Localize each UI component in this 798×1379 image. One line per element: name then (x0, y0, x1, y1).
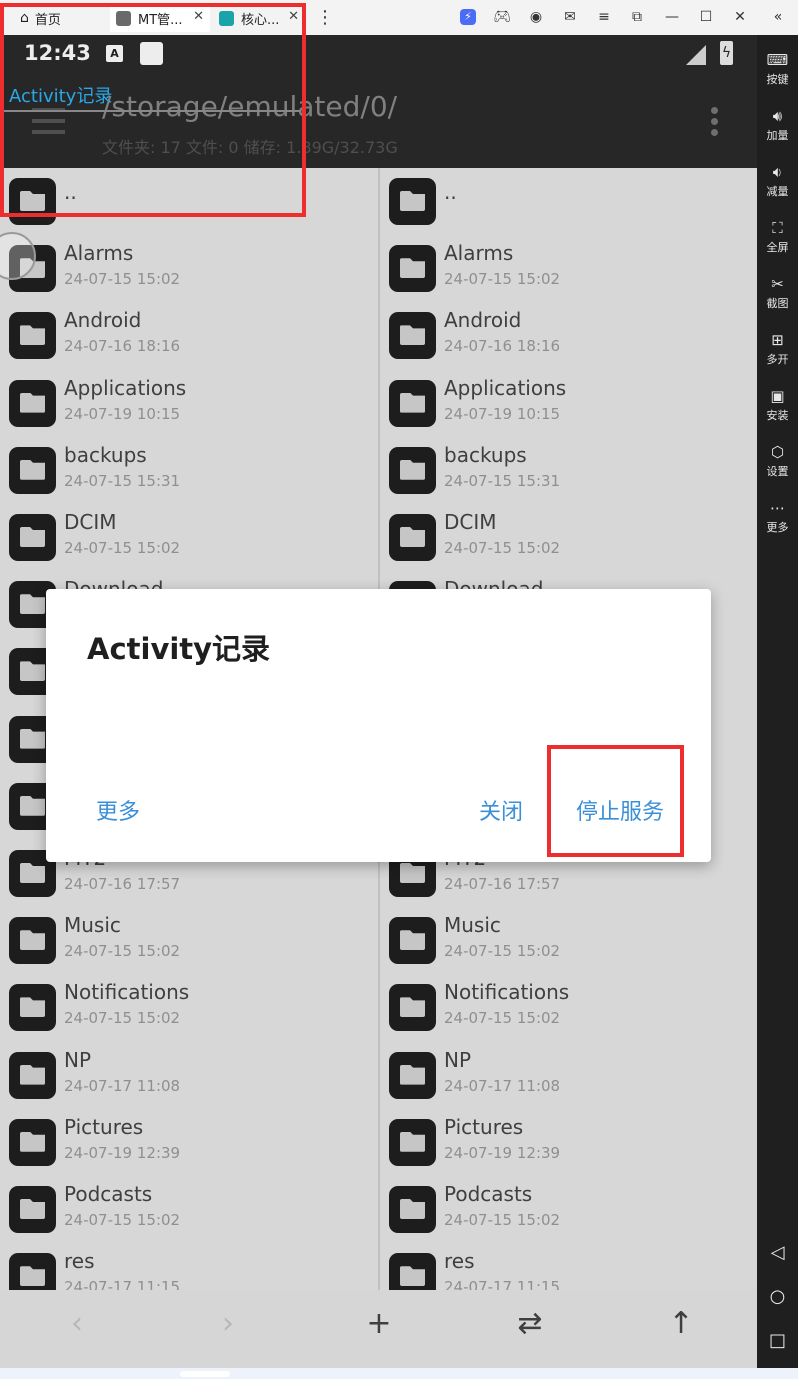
sidebar-button-apk-install[interactable]: ▣ 安装 (757, 381, 798, 431)
close-button[interactable]: 关闭 (479, 794, 523, 826)
fullscreen-icon: ⛶ (772, 219, 783, 237)
android-home-icon[interactable]: ○ (757, 1286, 798, 1307)
sidebar-button-volume-down[interactable]: 🔉︎ 减量 (757, 157, 798, 207)
more-button[interactable]: 更多 (96, 794, 140, 826)
multi-open-icon: ⊞ (771, 331, 784, 349)
tab-menu-icon[interactable]: ⋮ (313, 5, 337, 29)
mail-icon[interactable]: ✉ (558, 5, 582, 29)
sidebar-label: 设置 (766, 465, 789, 478)
sidebar-label: 安装 (766, 409, 789, 422)
boost-icon[interactable]: ⚡ (456, 5, 480, 29)
sidebar-label: 按键 (766, 73, 789, 86)
settings-icon: ⬡ (770, 443, 785, 461)
sidebar-label: 多开 (766, 353, 789, 366)
sidebar-button-multi-open[interactable]: ⊞ 多开 (757, 325, 798, 375)
sidebar-label: 加量 (766, 129, 789, 142)
highlight-box-overlay (0, 3, 306, 217)
sidebar-button-keyboard[interactable]: ⌨ 按键 (757, 45, 798, 95)
highlight-box-stop-button (547, 745, 684, 857)
sidebar-button-volume-up[interactable]: 🔊︎ 加量 (757, 101, 798, 151)
android-back-icon[interactable]: ◁ (757, 1242, 798, 1263)
sidebar-label: 减量 (766, 185, 789, 198)
volume-up-icon: 🔊︎ (772, 107, 783, 125)
keyboard-icon: ⌨ (766, 51, 789, 69)
close-window-icon[interactable]: ✕ (728, 5, 752, 29)
sidebar-label: 全屏 (766, 241, 789, 254)
maximize-icon[interactable]: ☐ (694, 5, 718, 29)
minimize-icon[interactable]: — (660, 5, 684, 29)
android-screen: 12:43 A ϟ /storage/emulated/0/ 文件夹: 17 文… (0, 35, 757, 1368)
sidebar-button-more[interactable]: ⋯ 更多 (757, 493, 798, 543)
volume-down-icon: 🔉︎ (772, 163, 783, 181)
more-icon: ⋯ (770, 499, 785, 517)
sidebar-button-settings[interactable]: ⬡ 设置 (757, 437, 798, 487)
account-icon[interactable]: ◉ (524, 5, 548, 29)
dialog-title: Activity记录 (87, 632, 271, 666)
sidebar-label: 截图 (766, 297, 789, 310)
hamburger-menu-icon[interactable]: ≡ (592, 5, 616, 29)
scissors-icon: ✂ (771, 275, 784, 293)
sidebar-button-fullscreen[interactable]: ⛶ 全屏 (757, 213, 798, 263)
collapse-sidebar-icon[interactable]: « (766, 5, 790, 29)
gamepad-icon[interactable]: 🎮︎ (490, 5, 514, 29)
sidebar-button-scissors[interactable]: ✂ 截图 (757, 269, 798, 319)
sidebar-label: 更多 (766, 521, 789, 534)
bottom-strip (0, 1368, 798, 1379)
emulator-sidebar: ◁ ○ □ ⌨ 按键 🔊︎ 加量 🔉︎ 减量 ⛶ 全屏 ✂ 截图 ⊞ 多开 ▣ 安装 ⬡ 设置 ⋯ 更多 (757, 35, 798, 1369)
taskbar-pill (180, 1371, 230, 1377)
android-recents-icon[interactable]: □ (757, 1330, 798, 1351)
window-mode-icon[interactable]: ⧉ (625, 5, 649, 29)
apk-install-icon: ▣ (770, 387, 785, 405)
